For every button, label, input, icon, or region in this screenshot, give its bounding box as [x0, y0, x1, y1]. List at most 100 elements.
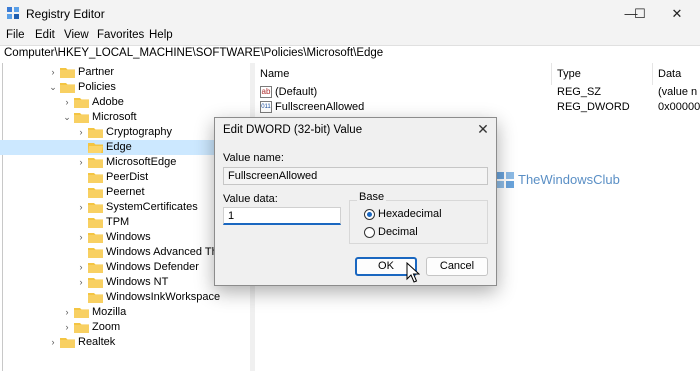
folder-icon	[88, 248, 103, 258]
menu-file[interactable]: File	[6, 29, 25, 41]
tree-item-label: Partner	[78, 66, 115, 78]
tree-item-windows-defender[interactable]: › Windows Defender	[0, 260, 250, 275]
folder-icon	[88, 263, 103, 273]
column-header-name[interactable]: Name	[255, 63, 552, 85]
folder-icon	[74, 323, 89, 333]
tree-expander	[76, 245, 86, 260]
chevron-right-icon[interactable]: ›	[62, 320, 72, 335]
tree-item-microsoftedge[interactable]: › MicrosoftEdge	[0, 155, 250, 170]
tree-item-windows-nt[interactable]: › Windows NT	[0, 275, 250, 290]
menu-edit[interactable]: Edit	[35, 29, 55, 41]
tree-item-windows[interactable]: › Windows	[0, 230, 250, 245]
tree-item-edge[interactable]: Edge	[0, 140, 250, 155]
tree-expander	[76, 215, 86, 230]
tree-item-cryptography[interactable]: › Cryptography	[0, 125, 250, 140]
tree-item-label: SystemCertificates	[106, 201, 198, 213]
chevron-right-icon[interactable]: ›	[48, 65, 58, 80]
value-name: FullscreenAllowed	[275, 101, 365, 113]
chevron-down-icon[interactable]: ⌄	[62, 110, 72, 125]
tree-item-realtek[interactable]: › Realtek	[0, 335, 250, 350]
tree-item-mozilla[interactable]: › Mozilla	[0, 305, 250, 320]
edit-dword-dialog: Edit DWORD (32-bit) Value ✕ Value name: …	[214, 117, 497, 286]
menu-help[interactable]: Help	[149, 29, 173, 41]
tree-item-microsoft[interactable]: ⌄ Microsoft	[0, 110, 250, 125]
folder-icon	[88, 173, 103, 183]
address-bar[interactable]: Computer\HKEY_LOCAL_MACHINE\SOFTWARE\Pol…	[0, 45, 700, 64]
value-name-label: Value name:	[223, 152, 284, 164]
value-name-field[interactable]: FullscreenAllowed	[223, 167, 488, 185]
folder-icon	[74, 308, 89, 318]
value-data: (value n	[658, 86, 698, 98]
menu-view[interactable]: View	[64, 29, 89, 41]
chevron-right-icon[interactable]: ›	[76, 275, 86, 290]
title-bar: Registry Editor — ☐ ✕	[0, 0, 700, 28]
tree-item-label: Windows Defender	[106, 261, 199, 273]
registry-editor-icon	[7, 7, 19, 19]
tree-item-windowsinkworkspace[interactable]: WindowsInkWorkspace	[0, 290, 250, 305]
folder-icon	[88, 158, 103, 168]
tree-item-partner[interactable]: › Partner	[0, 65, 250, 80]
chevron-right-icon[interactable]: ›	[62, 305, 72, 320]
folder-icon	[88, 188, 103, 198]
base-group-title: Base	[357, 191, 387, 203]
tree-item-peerdist[interactable]: PeerDist	[0, 170, 250, 185]
tree-item-label: Peernet	[106, 186, 145, 198]
tree-item-label: Cryptography	[106, 126, 173, 138]
value-row-fullscreenallowed[interactable]: 011 FullscreenAllowed REG_DWORD 0x00000	[255, 100, 700, 115]
folder-icon	[88, 218, 103, 228]
tree-expander	[76, 140, 86, 155]
watermark-text: TheWindowsClub	[518, 172, 620, 187]
decimal-radio[interactable]	[364, 227, 375, 238]
close-icon: ✕	[671, 6, 683, 21]
chevron-right-icon[interactable]: ›	[48, 335, 58, 350]
tree-item-tpm[interactable]: TPM	[0, 215, 250, 230]
cancel-button[interactable]: Cancel	[426, 257, 488, 276]
column-header-data[interactable]: Data	[653, 63, 700, 85]
menu-favorites[interactable]: Favorites	[97, 29, 144, 41]
value-row-default[interactable]: ab (Default) REG_SZ (value n	[255, 85, 700, 100]
value-type: REG_DWORD	[557, 101, 630, 113]
folder-icon	[74, 113, 89, 123]
tree-item-label: Policies	[78, 81, 116, 93]
folder-icon	[88, 293, 103, 303]
folder-icon	[88, 128, 103, 138]
tree-item-label: Mozilla	[92, 306, 127, 318]
tree-item-label: WindowsInkWorkspace	[106, 291, 221, 303]
tree-item-systemcertificates[interactable]: › SystemCertificates	[0, 200, 250, 215]
hexadecimal-radio[interactable]	[364, 209, 375, 220]
close-button[interactable]: ✕	[654, 0, 700, 28]
window-title: Registry Editor	[26, 7, 105, 21]
decimal-label[interactable]: Decimal	[378, 226, 418, 238]
chevron-right-icon[interactable]: ›	[76, 260, 86, 275]
tree-item-peernet[interactable]: Peernet	[0, 185, 250, 200]
chevron-right-icon[interactable]: ›	[76, 125, 86, 140]
hexadecimal-label[interactable]: Hexadecimal	[378, 208, 442, 220]
tree-expander	[76, 185, 86, 200]
folder-icon	[74, 98, 89, 108]
tree-item-adobe[interactable]: › Adobe	[0, 95, 250, 110]
tree-item-label: TPM	[106, 216, 130, 228]
value-type: REG_SZ	[557, 86, 602, 98]
string-value-icon: ab	[260, 86, 272, 98]
address-path[interactable]: Computer\HKEY_LOCAL_MACHINE\SOFTWARE\Pol…	[4, 47, 383, 59]
chevron-down-icon[interactable]: ⌄	[48, 80, 58, 95]
folder-icon	[60, 83, 75, 93]
tree-item-zoom[interactable]: › Zoom	[0, 320, 250, 335]
chevron-right-icon[interactable]: ›	[76, 155, 86, 170]
menu-bar: File Edit View Favorites Help	[0, 28, 700, 46]
value-data-input[interactable]: 1	[223, 207, 341, 225]
chevron-right-icon[interactable]: ›	[76, 200, 86, 215]
tree-item-windows-advanced-threat[interactable]: Windows Advanced Thre	[0, 245, 250, 260]
maximize-icon: ☐	[634, 6, 646, 21]
chevron-right-icon[interactable]: ›	[76, 230, 86, 245]
folder-icon	[60, 68, 75, 78]
folder-open-icon	[88, 143, 103, 153]
tree-item-policies[interactable]: ⌄ Policies	[0, 80, 250, 95]
dialog-close-button[interactable]: ✕	[474, 120, 492, 138]
tree-item-label: Zoom	[92, 321, 121, 333]
folder-icon	[88, 203, 103, 213]
chevron-right-icon[interactable]: ›	[62, 95, 72, 110]
column-header-type[interactable]: Type	[552, 63, 653, 85]
folder-icon	[88, 233, 103, 243]
tree-item-label: Edge	[106, 141, 132, 153]
